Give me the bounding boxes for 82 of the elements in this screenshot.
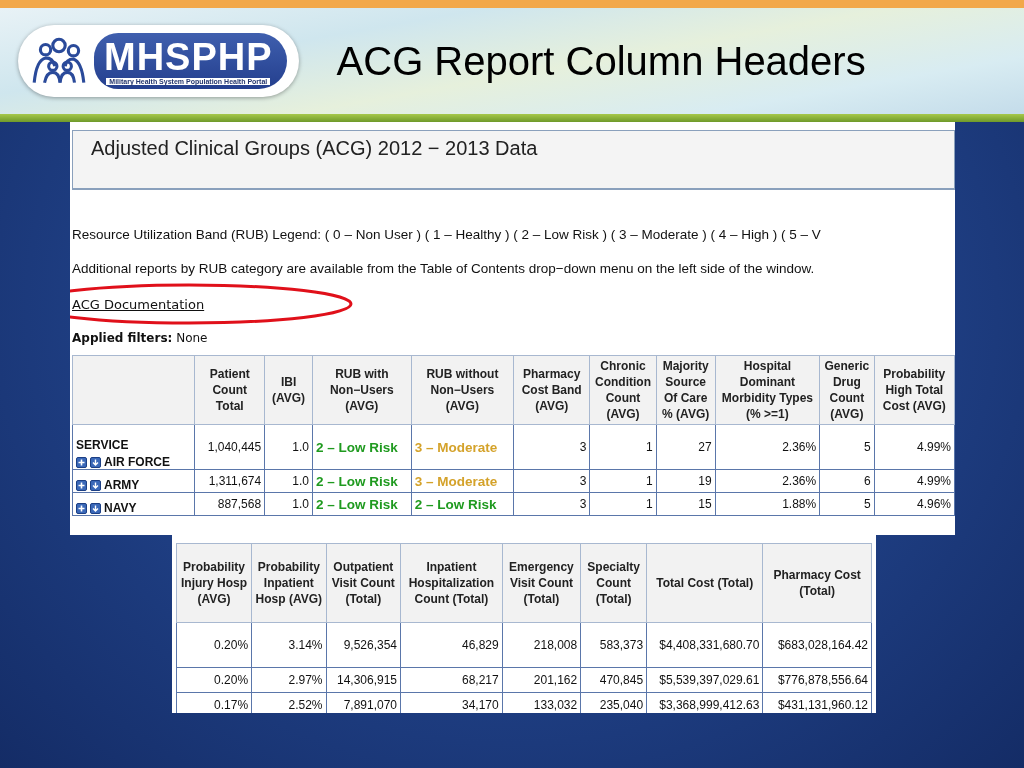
table-cell: $683,028,164.42 <box>762 622 872 668</box>
table-cell: 4.96% <box>874 492 955 516</box>
column-header: Inpatient Hospitalization Count (Total) <box>400 543 503 623</box>
table-cell: 1 <box>589 492 657 516</box>
table-cell: 5 <box>819 492 875 516</box>
table-cell: 0.17% <box>176 692 252 713</box>
table-cell: 2 – Low Risk <box>312 469 412 493</box>
table-cell: 1,040,445 <box>194 424 265 470</box>
table-cell: 68,217 <box>400 667 503 693</box>
table-cell: 46,829 <box>400 622 503 668</box>
table-cell: 2 – Low Risk <box>312 424 412 470</box>
table-cell: 583,373 <box>580 622 647 668</box>
drill-down-icon[interactable] <box>90 479 101 491</box>
column-header: Emergency Visit Count (Total) <box>502 543 581 623</box>
table-cell: 15 <box>656 492 716 516</box>
column-header: Chronic Condition Count (AVG) <box>589 355 657 425</box>
table-cell: $4,408,331,680.70 <box>646 622 763 668</box>
expand-icon[interactable] <box>76 456 87 468</box>
table-cell: 3 <box>513 424 590 470</box>
filters-text: Applied filters: None <box>72 331 209 345</box>
table-cell: 0.20% <box>176 667 252 693</box>
table-cell: 1,311,674 <box>194 469 265 493</box>
column-header: Outpatient Visit Count (Total) <box>326 543 401 623</box>
table-cell: 3 – Moderate <box>411 469 514 493</box>
column-header: Total Cost (Total) <box>646 543 763 623</box>
table-cell: 3.14% <box>251 622 327 668</box>
table-cell: 2.97% <box>251 667 327 693</box>
table-cell: 470,845 <box>580 667 647 693</box>
table-cell: 27 <box>656 424 716 470</box>
table-cell: 2 – Low Risk <box>411 492 514 516</box>
table-cell: 3 <box>513 492 590 516</box>
table-cell: 1.0 <box>264 492 313 516</box>
table-cell: 2.36% <box>715 469 820 493</box>
drill-down-icon[interactable] <box>90 502 101 514</box>
expand-icon[interactable] <box>76 502 87 514</box>
table-cell: 4.99% <box>874 469 955 493</box>
table-cell: 1 <box>589 469 657 493</box>
table-cell: 1.88% <box>715 492 820 516</box>
table-cell: 14,306,915 <box>326 667 401 693</box>
table-cell: 6 <box>819 469 875 493</box>
column-header: Probability High Total Cost (AVG) <box>874 355 955 425</box>
table-cell: 1.0 <box>264 469 313 493</box>
column-header: IBI (AVG) <box>264 355 313 425</box>
documentation-link[interactable]: ACG Documentation <box>72 297 205 312</box>
row-label: AIR FORCE <box>104 455 170 469</box>
column-header: Majority Source Of Care % (AVG) <box>656 355 716 425</box>
legend-text: Resource Utilization Band (RUB) Legend: ( 0 – Non User ) ( 1 – Healthy ) ( 2 – Low Risk ) ( 3 – Moderate ) ( 4 – High ) ( 5 – V <box>72 227 822 242</box>
table-cell: 0.20% <box>176 622 252 668</box>
table-cell: 19 <box>656 469 716 493</box>
expand-icon[interactable] <box>76 479 87 491</box>
table-cell: 218,008 <box>502 622 581 668</box>
column-header: RUB without Non−Users (AVG) <box>411 355 514 425</box>
column-header: Patient Count Total <box>194 355 265 425</box>
column-header: Specialty Count (Total) <box>580 543 647 623</box>
table-cell: $5,539,397,029.61 <box>646 667 763 693</box>
table-cell: 9,526,354 <box>326 622 401 668</box>
note-text: Additional reports by RUB category are available from the Table of Contents drop−down menu on the left side of the window. <box>72 261 816 276</box>
table-cell: $776,878,556.64 <box>762 667 872 693</box>
row-group-header: SERVICE <box>76 438 130 452</box>
table-cell: 887,568 <box>194 492 265 516</box>
drill-down-icon[interactable] <box>90 456 101 468</box>
column-header: Hospital Dominant Morbidity Types (% >=1) <box>715 355 820 425</box>
table-cell: 2 – Low Risk <box>312 492 412 516</box>
column-header: Pharmacy Cost (Total) <box>762 543 872 623</box>
table-cell: 5 <box>819 424 875 470</box>
table-cell: 4.99% <box>874 424 955 470</box>
table-cell: 1 <box>589 424 657 470</box>
report-title: Adjusted Clinical Groups (ACG) 2012 − 2013 Data <box>91 137 538 159</box>
table-cell: 201,162 <box>502 667 581 693</box>
row-label: NAVY <box>104 501 137 515</box>
table-cell: 2.36% <box>715 424 820 470</box>
logo-name: MHSPHP <box>104 37 273 77</box>
row-label: ARMY <box>104 478 140 492</box>
column-header: Generic Drug Count (AVG) <box>819 355 875 425</box>
slide-title: ACG Report Column Headers <box>336 38 866 84</box>
table-cell: 3 – Moderate <box>411 424 514 470</box>
table-cell: 3 <box>513 469 590 493</box>
table-cell: 1.0 <box>264 424 313 470</box>
column-header: Probability Injury Hosp (AVG) <box>176 543 252 623</box>
column-header: Pharmacy Cost Band (AVG) <box>513 355 590 425</box>
column-header: Probability Inpatient Hosp (AVG) <box>251 543 327 623</box>
column-header: RUB with Non−Users (AVG) <box>312 355 412 425</box>
